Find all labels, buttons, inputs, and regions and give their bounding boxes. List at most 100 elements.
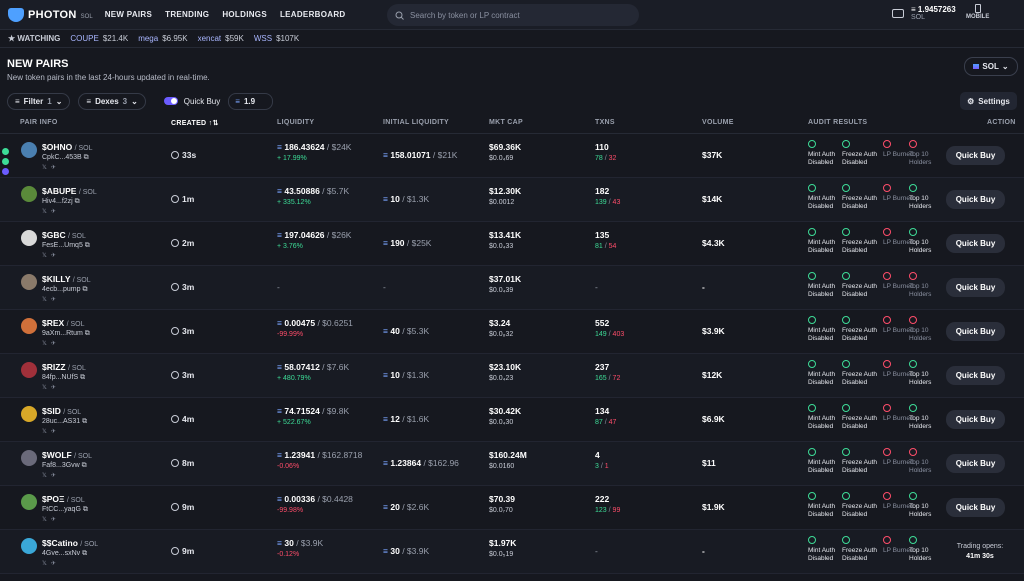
check-circle-icon (842, 140, 850, 148)
social-icons[interactable]: 𝕏✈ (42, 252, 60, 259)
quick-buy-button[interactable]: Quick Buy (946, 322, 1005, 341)
social-icons[interactable]: 𝕏✈ (42, 428, 60, 435)
volume: $3.9K (702, 326, 725, 336)
dex-icon: ≡ (86, 96, 92, 106)
token-price: $0.0₄33 (489, 243, 514, 250)
token-address[interactable]: 9aXm...Rtum ⧉ (42, 330, 90, 338)
audit-mint-auth: Mint Auth Disabled (808, 228, 840, 255)
social-icons[interactable]: 𝕏✈ (42, 384, 60, 391)
token-name[interactable]: $KILLY / SOL (42, 274, 91, 284)
social-icons[interactable]: 𝕏✈ (42, 560, 60, 567)
search-input[interactable]: Search by token or LP contract (387, 4, 639, 26)
token-address[interactable]: 4ecb...pump ⧉ (42, 286, 87, 294)
watch-item[interactable]: WSS $107K (254, 34, 299, 43)
liquidity-value: ≡ 74.71524 / $9.8K (277, 406, 350, 416)
social-icons[interactable]: 𝕏✈ (42, 472, 60, 479)
x-circle-icon (909, 448, 917, 456)
col-created[interactable]: CREATED ↑⇅ (171, 119, 219, 127)
token-address[interactable]: CpkC...453B ⧉ (42, 154, 89, 162)
table-row[interactable]: $POΞ / SOL FtCC...yaqG ⧉ 𝕏✈ 9m ≡ 0.00336 / $… (0, 486, 1024, 530)
watch-item[interactable]: xencat $59K (198, 34, 244, 43)
liquidity-value: ≡ 0.00475 / $0.6251 (277, 318, 353, 328)
audit-mint-auth: Mint Auth Disabled (808, 448, 840, 475)
quick-buy-button[interactable]: Quick Buy (946, 278, 1005, 297)
table-row[interactable]: $KILLY / SOL 4ecb...pump ⧉ 𝕏✈ 3m - - $37.01K $0… (0, 266, 1024, 310)
pair-age: 3m (171, 326, 194, 336)
token-address[interactable]: Hiv4...f2zj ⧉ (42, 198, 80, 206)
nav-new-pairs[interactable]: NEW PAIRS (105, 10, 152, 19)
table-row[interactable]: $REX / SOL 9aXm...Rtum ⧉ 𝕏✈ 3m ≡ 0.00475 / $… (0, 310, 1024, 354)
nav-holdings[interactable]: HOLDINGS (222, 10, 267, 19)
token-name[interactable]: $POΞ / SOL (42, 494, 85, 504)
quick-buy-button[interactable]: Quick Buy (946, 498, 1005, 517)
table-row[interactable]: $SID / SOL 28uc...AS31 ⧉ 𝕏✈ 4m ≡ 74.71524 / … (0, 398, 1024, 442)
social-icons[interactable]: 𝕏✈ (42, 516, 60, 523)
filter-button[interactable]: ≡ Filter 1 ⌄ (7, 92, 71, 110)
filter-icon: ≡ (15, 96, 20, 106)
token-name[interactable]: $OHNO / SOL (42, 142, 93, 152)
logo[interactable]: PHOTON SOL (8, 7, 93, 22)
quick-buy-button[interactable]: Quick Buy (946, 454, 1005, 473)
col-pair-info: PAIR INFO (20, 119, 58, 126)
wallet[interactable]: ≡ 1.9457263 SOL (892, 5, 956, 21)
txns-count: 552 (595, 318, 610, 328)
col-initial-liquidity: INITIAL LIQUIDITY (383, 119, 450, 126)
token-name[interactable]: $ABUPE / SOL (42, 186, 97, 196)
table-row[interactable]: $OHNO / SOL CpkC...453B ⧉ 𝕏✈ 33s ≡ 186.43624… (0, 134, 1024, 178)
page-header: NEW PAIRS New token pairs in the last 24… (0, 48, 1024, 90)
buys-sells: 165 / 72 (595, 375, 621, 382)
chain-select[interactable]: SOL ⌄ (964, 57, 1018, 76)
social-icons[interactable]: 𝕏✈ (42, 164, 60, 171)
check-circle-icon (909, 184, 917, 192)
quick-buy-button[interactable]: Quick Buy (946, 190, 1005, 209)
quick-buy-button[interactable]: Quick Buy (946, 234, 1005, 253)
table-row[interactable]: $RIZZ / SOL 84fp...NUfS ⧉ 𝕏✈ 3m ≡ 58.07412 /… (0, 354, 1024, 398)
token-name[interactable]: $REX / SOL (42, 318, 85, 328)
mobile-button[interactable]: MOBILE (966, 4, 989, 20)
quick-buy-amount-input[interactable]: ≡ 1.9 (228, 92, 274, 110)
table-row[interactable]: $GBC / SOL FesE...Umq5 ⧉ 𝕏✈ 2m ≡ 197.04626 /… (0, 222, 1024, 266)
audit-mint-auth: Mint Auth Disabled (808, 272, 840, 299)
quick-buy-toggle[interactable] (163, 97, 178, 105)
table-row[interactable]: $WOLF / SOL Faf8...3Gvw ⧉ 𝕏✈ 8m ≡ 1.23941 / … (0, 442, 1024, 486)
volume: - (702, 546, 705, 556)
quick-buy-button[interactable]: Quick Buy (946, 410, 1005, 429)
social-icons[interactable]: 𝕏✈ (42, 296, 60, 303)
token-address[interactable]: FesE...Umq5 ⧉ (42, 242, 90, 250)
buys-sells: 87 / 47 (595, 419, 617, 426)
token-name[interactable]: $$Catino / SOL (42, 538, 98, 548)
watching-label: ★ WATCHING (8, 34, 61, 43)
clock-icon (171, 283, 179, 291)
watch-item[interactable]: COUPE $21.4K (70, 34, 128, 43)
watch-item[interactable]: mega $6.95K (138, 34, 187, 43)
clock-icon (171, 371, 179, 379)
volume: - (702, 282, 705, 292)
col-txns: TXNS (595, 119, 615, 126)
dexes-button[interactable]: ≡ Dexes 3 ⌄ (78, 92, 146, 110)
table-row[interactable]: $$Catino / SOL 4Gve...sxNv ⧉ 𝕏✈ 9m ≡ 30 / $3… (0, 530, 1024, 574)
token-name[interactable]: $RIZZ / SOL (42, 362, 86, 372)
token-address[interactable]: 28uc...AS31 ⧉ (42, 418, 87, 426)
quick-buy-button[interactable]: Quick Buy (946, 146, 1005, 165)
txns-count: 182 (595, 186, 610, 196)
social-icons[interactable]: 𝕏✈ (42, 340, 60, 347)
token-address[interactable]: Faf8...3Gvw ⧉ (42, 462, 87, 470)
token-avatar (21, 142, 37, 158)
token-name[interactable]: $SID / SOL (42, 406, 81, 416)
token-address[interactable]: 4Gve...sxNv ⧉ (42, 550, 87, 558)
token-name[interactable]: $GBC / SOL (42, 230, 86, 240)
token-address[interactable]: FtCC...yaqG ⧉ (42, 506, 88, 514)
token-avatar (21, 274, 37, 290)
social-icons[interactable]: 𝕏✈ (42, 208, 60, 215)
col-liquidity: LIQUIDITY (277, 119, 315, 126)
table-row[interactable]: $ABUPE / SOL Hiv4...f2zj ⧉ 𝕏✈ 1m ≡ 43.50886 … (0, 178, 1024, 222)
pair-age: 1m (171, 194, 194, 204)
settings-button[interactable]: ⚙ Settings (960, 92, 1017, 110)
token-address[interactable]: 84fp...NUfS ⧉ (42, 374, 85, 382)
nav-leaderboard[interactable]: LEADERBOARD (280, 10, 346, 19)
quick-buy-button[interactable]: Quick Buy (946, 366, 1005, 385)
token-name[interactable]: $WOLF / SOL (42, 450, 92, 460)
nav-trending[interactable]: TRENDING (165, 10, 209, 19)
liquidity-change: + 3.76% (277, 243, 303, 250)
sol-icon: ≡ (235, 96, 240, 106)
